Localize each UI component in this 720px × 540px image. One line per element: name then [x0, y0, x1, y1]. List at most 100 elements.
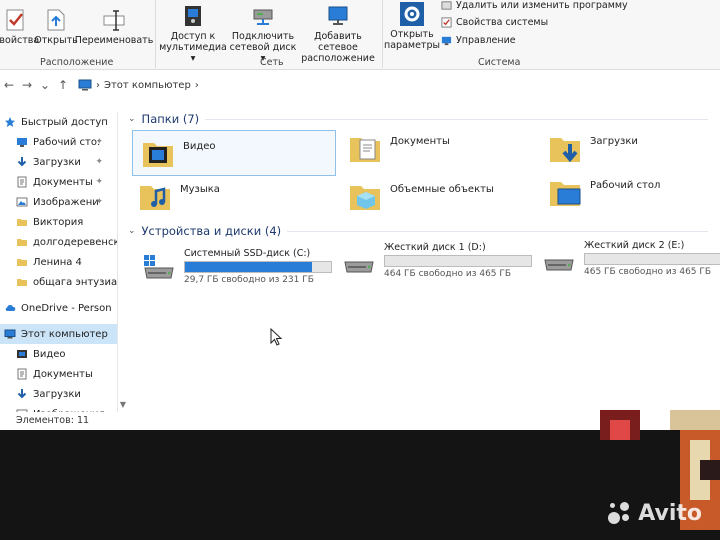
sidebar-item[interactable]: Рабочий сто. ✦ [0, 132, 117, 152]
forward-button[interactable]: → [18, 78, 36, 92]
sidebar-item-label: OneDrive - Person [21, 302, 112, 314]
rename-button[interactable]: Переименовать [75, 8, 153, 46]
uninstall-program-button[interactable]: Удалить или изменить программу [441, 0, 628, 11]
documents-folder-icon [350, 138, 380, 162]
add-network-location-button[interactable]: Добавить сетевое расположение [296, 4, 380, 64]
drive-name: Жесткий диск 1 (D:) [384, 242, 486, 253]
back-button[interactable]: ← [0, 78, 18, 92]
media-access-label-1: Доступ к [170, 31, 216, 42]
system-properties-button[interactable]: Свойства системы [441, 17, 548, 28]
drive-usage-bar [584, 253, 720, 265]
sidebar-item[interactable]: Виктория [0, 212, 117, 232]
folder-item[interactable]: Объемные объекты [348, 178, 494, 212]
sidebar-item[interactable]: Изображения [0, 404, 117, 412]
sidebar-item[interactable]: Загрузки ✦ [0, 152, 117, 172]
open-settings-button[interactable]: Открыть параметры [384, 2, 440, 51]
sidebar-item-label: Рабочий сто. [33, 136, 101, 148]
sidebar-item-label: Документы [33, 368, 93, 380]
3d-objects-folder-icon [350, 186, 380, 210]
ribbon-separator [155, 0, 156, 68]
sidebar-item[interactable]: Документы [0, 364, 117, 384]
drives-section-header[interactable]: ⌄ Устройства и диски (4) [128, 224, 708, 238]
breadcrumb-location[interactable]: Этот компьютер [104, 80, 191, 91]
folder-item[interactable]: Рабочий стол [548, 174, 660, 208]
sidebar-item[interactable]: Документы ✦ [0, 172, 117, 192]
map-drive-label-1: Подключить [231, 31, 295, 42]
video-icon [16, 348, 28, 360]
hard-drive-icon [344, 261, 374, 273]
properties-button[interactable]: Свойства [0, 8, 39, 46]
uninstall-label: Удалить или изменить программу [456, 0, 628, 11]
sidebar-item-label: общага энтузиа [33, 276, 118, 288]
sidebar-item[interactable]: Этот компьютер [0, 324, 117, 344]
up-button[interactable]: ↑ [54, 78, 72, 92]
sidebar-item[interactable]: Изображени ✦ [0, 192, 117, 212]
folder-item[interactable]: Загрузки [548, 130, 638, 164]
add-location-label-1: Добавить сетевое [314, 31, 362, 53]
open-button[interactable]: Открыть [34, 8, 78, 46]
gear-icon [400, 2, 424, 26]
folder-item[interactable]: Видео [132, 130, 336, 176]
sidebar-item-label: Документы [33, 176, 93, 188]
sidebar-item[interactable]: долгодеревенск [0, 232, 117, 252]
open-settings-label-2: параметры [384, 40, 440, 51]
drives-title: Устройства и диски (4) [141, 224, 282, 238]
media-server-icon [185, 6, 201, 26]
items-count: Элементов: 11 [16, 415, 90, 426]
drive-free-space: 465 ГБ свободно из 465 ГБ [584, 267, 712, 277]
video-folder-icon [143, 143, 173, 167]
document-icon [16, 176, 28, 188]
properties-icon [6, 9, 24, 31]
pin-icon: ✦ [95, 197, 103, 207]
media-access-button[interactable]: Доступ к мультимедиа ▾ [158, 4, 228, 64]
network-group-label: Сеть [260, 57, 284, 68]
sidebar-item-label: Изображени [33, 196, 99, 208]
sidebar-item[interactable]: Видео [0, 344, 117, 364]
system-props-label: Свойства системы [456, 17, 549, 28]
ribbon: Свойства Открыть Переименовать Расположе… [0, 0, 720, 70]
sidebar-item[interactable]: Быстрый доступ [0, 112, 117, 132]
folder-item[interactable]: Документы [348, 130, 450, 164]
windows-drive-icon [144, 255, 174, 279]
manage-label: Управление [456, 35, 516, 46]
folders-title: Папки (7) [141, 112, 200, 126]
map-network-drive-button[interactable]: Подключить сетевой диск ▾ [228, 4, 298, 64]
sidebar-item[interactable]: OneDrive - Person [0, 298, 117, 318]
sidebar-item-label: Ленина 4 [33, 256, 82, 268]
drive-info: Жесткий диск 2 (E:) 465 ГБ свободно из 46… [584, 240, 720, 277]
manage-button[interactable]: Управление [441, 35, 516, 46]
sidebar-item[interactable]: Ленина 4 [0, 252, 117, 272]
mouse-cursor-icon [270, 328, 282, 346]
network-location-icon [328, 6, 348, 25]
pin-icon: ✦ [95, 177, 103, 187]
sidebar-item-label: Этот компьютер [21, 328, 108, 340]
cloud-icon [4, 302, 16, 314]
navigation-scrollbar[interactable]: ▼ [118, 112, 128, 412]
drive-info: Системный SSD-диск (C:) 29,7 ГБ свободно … [184, 248, 332, 285]
navigation-pane[interactable]: Быстрый доступ Рабочий сто. ✦ Загрузки ✦ Доку… [0, 112, 118, 412]
sidebar-item-label: Быстрый доступ [21, 116, 108, 128]
sidebar-item[interactable]: Загрузки [0, 384, 117, 404]
drive-item[interactable]: Жесткий диск 1 (D:) 464 ГБ свободно из 46… [342, 242, 532, 279]
drive-item[interactable]: Жесткий диск 2 (E:) 465 ГБ свободно из 46… [542, 240, 720, 277]
sidebar-item[interactable]: общага энтузиа [0, 272, 117, 292]
sidebar-item-label: долгодеревенск [33, 236, 118, 248]
sidebar-item-label: Видео [33, 348, 66, 360]
section-divider [287, 230, 708, 232]
drive-item[interactable]: Системный SSD-диск (C:) 29,7 ГБ свободно … [142, 248, 332, 285]
chevron-down-icon: ⌄ [128, 226, 136, 236]
recent-locations-button[interactable]: ⌄ [36, 78, 54, 92]
scroll-down-arrow[interactable]: ▼ [118, 400, 128, 409]
folder-item[interactable]: Музыка [138, 178, 220, 212]
desktop-folder-icon [550, 182, 581, 206]
uninstall-icon [441, 1, 452, 10]
folders-section-header[interactable]: ⌄ Папки (7) [128, 112, 708, 126]
drive-name: Жесткий диск 2 (E:) [584, 240, 685, 251]
section-divider [205, 118, 708, 120]
downloads-folder-icon [550, 138, 580, 163]
chevron-down-icon: ⌄ [128, 114, 136, 124]
manage-icon [441, 36, 452, 46]
file-explorer-window: Свойства Открыть Переименовать Расположе… [0, 0, 720, 430]
breadcrumb[interactable]: › Этот компьютер › [78, 79, 199, 91]
open-icon [47, 9, 65, 31]
